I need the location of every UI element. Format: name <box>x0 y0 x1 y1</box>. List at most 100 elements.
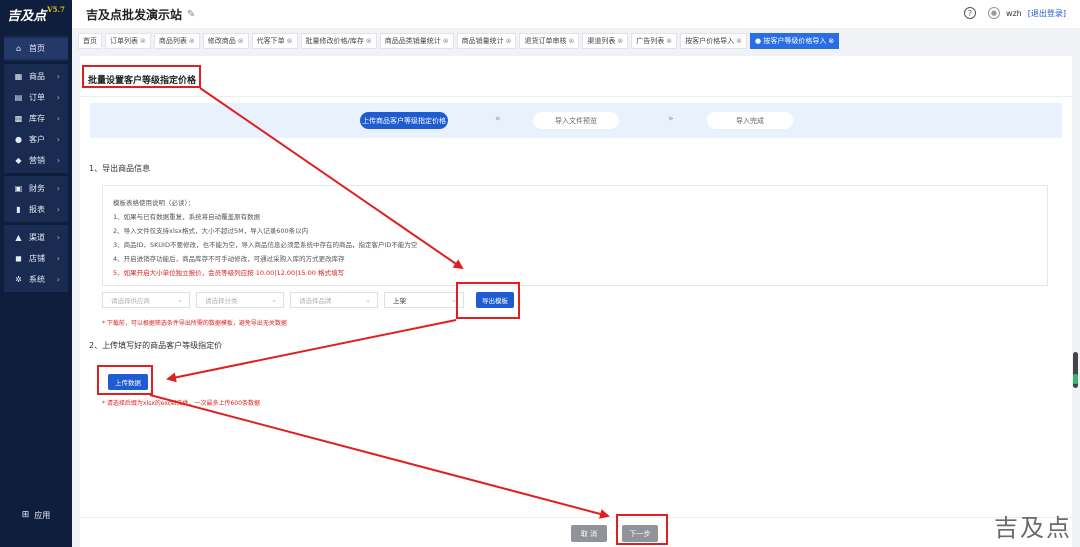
sidebar-item-label: 报表 <box>29 205 45 214</box>
close-icon[interactable]: ⊗ <box>828 37 834 45</box>
tab-goods-list[interactable]: 商品列表 ⊗ <box>153 33 200 49</box>
close-icon[interactable]: ⊗ <box>617 37 623 45</box>
tab-edit-goods[interactable]: 修改商品 ⊗ <box>202 33 249 49</box>
tab-label: 渠道列表 <box>587 37 616 45</box>
sidebar-item-goods[interactable]: ▦ 商品 › <box>4 66 68 87</box>
watermark: 吉及点 <box>994 514 1072 542</box>
sidebar-item-orders[interactable]: ▤ 订单 › <box>4 87 68 108</box>
order-icon: ▤ <box>14 93 23 102</box>
tab-label: 订单列表 <box>110 37 138 45</box>
title-divider <box>80 96 1072 97</box>
tab-label: 批量修改价格/库存 <box>305 37 364 45</box>
sidebar-item-finance[interactable]: ▣ 财务 › <box>4 178 68 199</box>
sidebar-item-label: 店铺 <box>29 254 45 263</box>
top-header: 吉及点批发演示站 ✎ ? ● wzh [退出登录] <box>72 0 1080 28</box>
sidebar-item-inventory[interactable]: ▩ 库存 › <box>4 108 68 129</box>
template-instructions: 模板表格使用说明（必读）： 1、如果与已有数据重复，系统将自动覆盖原有数据 2、… <box>102 185 1048 286</box>
main-panel: 批量设置客户等级指定价格 上传商品客户等级指定价格 » 导入文件预览 » 导入完… <box>80 56 1072 547</box>
export-note: * 下载前，可以根据筛选条件导出所需的数据模板，避免导出无关数据 <box>102 320 287 327</box>
chevron-right-icon: › <box>56 233 60 242</box>
close-icon[interactable]: ⊗ <box>443 37 449 45</box>
sidebar-item-system[interactable]: ✲ 系统 › <box>4 269 68 290</box>
nav-group-finance: ▣ 财务 › ▮ 报表 › <box>4 176 68 222</box>
nav-group-business: ▦ 商品 › ▤ 订单 › ▩ 库存 › ● 客户 › ◆ 营销 › <box>4 64 68 173</box>
select-placeholder: 请选择分类 <box>205 297 238 305</box>
app-logo[interactable]: 吉及点 V5.7 <box>0 0 72 28</box>
chevron-right-icon: › <box>56 254 60 263</box>
close-icon[interactable]: ⊗ <box>189 37 195 45</box>
sidebar-item-label: 订单 <box>29 93 45 102</box>
help-icon[interactable]: ? <box>963 7 976 19</box>
section-upload-title: 2、上传填写好的商品客户等级指定价 <box>89 341 223 350</box>
sidebar-item-channels[interactable]: ▲ 渠道 › <box>4 227 68 248</box>
tab-level-price-import[interactable]: ● 按客户等级价格导入 ⊗ <box>749 33 840 49</box>
double-chevron-icon: » <box>495 114 501 124</box>
sidebar-item-label: 首页 <box>29 44 45 53</box>
apps-label: 应用 <box>34 510 51 520</box>
gear-icon: ✲ <box>15 275 22 284</box>
category-select[interactable]: 请选择分类 ⌄ <box>196 292 284 308</box>
tab-return-review[interactable]: 退货订单审核 ⊗ <box>519 33 580 49</box>
footer-divider <box>80 517 1072 518</box>
close-icon[interactable]: ⊗ <box>366 37 372 45</box>
wallet-icon: ▣ <box>14 184 23 193</box>
close-icon[interactable]: ⊗ <box>736 37 742 45</box>
apps-button[interactable]: ⊞ 应用 <box>0 508 72 522</box>
rule-line: 3、商品ID、SKUID不要修改，也不能为空，导入商品信息必须是系统中存在的商品… <box>113 241 418 249</box>
tab-label: 广告列表 <box>636 37 665 45</box>
close-icon[interactable]: ⊗ <box>568 37 574 45</box>
sidebar-item-customers[interactable]: ● 客户 › <box>4 129 68 150</box>
page-tabs: 首页 订单列表 ⊗ 商品列表 ⊗ 修改商品 ⊗ 代客下单 ⊗ 批量修改价格/库存 ⊗ 商品… <box>78 33 1072 49</box>
brand-select[interactable]: 请选择品牌 ⌄ <box>290 292 378 308</box>
sidebar-item-marketing[interactable]: ◆ 营销 › <box>4 150 68 171</box>
chevron-right-icon: › <box>56 93 60 102</box>
close-icon[interactable]: ⊗ <box>666 37 672 45</box>
sidebar-item-label: 系统 <box>29 275 45 284</box>
avatar[interactable]: ● <box>987 7 1000 19</box>
tab-batch-price[interactable]: 批量修改价格/库存 ⊗ <box>300 33 377 49</box>
chevron-down-icon: ⌄ <box>365 296 371 304</box>
logout-link[interactable]: [退出登录] <box>1028 8 1066 19</box>
tab-home[interactable]: 首页 <box>78 33 102 49</box>
tab-label: 商品品类销量统计 <box>384 37 441 45</box>
cart-icon: ▦ <box>14 72 23 81</box>
close-icon[interactable]: ⊗ <box>238 37 244 45</box>
close-icon[interactable]: ⊗ <box>287 37 293 45</box>
scroll-indicator <box>1073 374 1078 384</box>
tab-label: 商品列表 <box>158 37 187 45</box>
sidebar-item-home[interactable]: ⌂ 首页 <box>4 38 68 59</box>
cancel-button[interactable]: 取 消 <box>571 525 607 542</box>
user-icon: ● <box>15 135 22 144</box>
chevron-right-icon: › <box>56 275 60 284</box>
supplier-select[interactable]: 请选择供应商 ⌄ <box>102 292 190 308</box>
step-upload: 上传商品客户等级指定价格 <box>360 112 448 129</box>
edit-pencil-icon[interactable]: ✎ <box>187 9 195 20</box>
rule-line-warning: 5、如果开启大小单位独立报价，会员等级列应按 10.00|12.00|15.00… <box>113 269 344 277</box>
rule-line: 2、导入文件仅支持xlsx格式，大小不超过5M，导入记录600条以内 <box>113 227 309 235</box>
tab-customer-price-import[interactable]: 按客户价格导入 ⊗ <box>680 33 747 49</box>
sidebar-item-stores[interactable]: ◼ 店铺 › <box>4 248 68 269</box>
tab-ad-list[interactable]: 广告列表 ⊗ <box>631 33 678 49</box>
annotation-box-next <box>616 514 668 545</box>
username: wzh <box>1005 8 1022 18</box>
select-value: 上架 <box>393 297 406 305</box>
close-icon[interactable]: ⊗ <box>506 37 512 45</box>
step-preview: 导入文件预览 <box>533 112 619 129</box>
status-select[interactable]: 上架 ⌄ <box>384 292 464 308</box>
tab-proxy-order[interactable]: 代客下单 ⊗ <box>251 33 298 49</box>
store-icon: ◼ <box>15 254 22 263</box>
rule-line: 4、开启进销存功能后，商品库存不可手动修改，可通过采购入库的方式更改库存 <box>113 255 345 263</box>
tab-goods-sales[interactable]: 商品销量统计 ⊗ <box>456 33 517 49</box>
step-indicator: 上传商品客户等级指定价格 » 导入文件预览 » 导入完成 <box>90 103 1062 138</box>
tab-channel-list[interactable]: 渠道列表 ⊗ <box>582 33 629 49</box>
logo-text: 吉及点 <box>7 8 47 24</box>
tab-category-sales[interactable]: 商品品类销量统计 ⊗ <box>379 33 454 49</box>
upload-note: * 请选择后缀为xlsx的excel文件，一次最多上传600条数据 <box>102 400 260 407</box>
tab-label: 首页 <box>83 37 97 45</box>
sidebar-item-reports[interactable]: ▮ 报表 › <box>4 199 68 220</box>
tab-order-list[interactable]: 订单列表 ⊗ <box>105 33 151 49</box>
sidebar-item-label: 渠道 <box>29 233 45 242</box>
sidebar-item-label: 客户 <box>29 135 45 144</box>
tab-label: 代客下单 <box>256 37 285 45</box>
close-icon[interactable]: ⊗ <box>140 37 146 45</box>
